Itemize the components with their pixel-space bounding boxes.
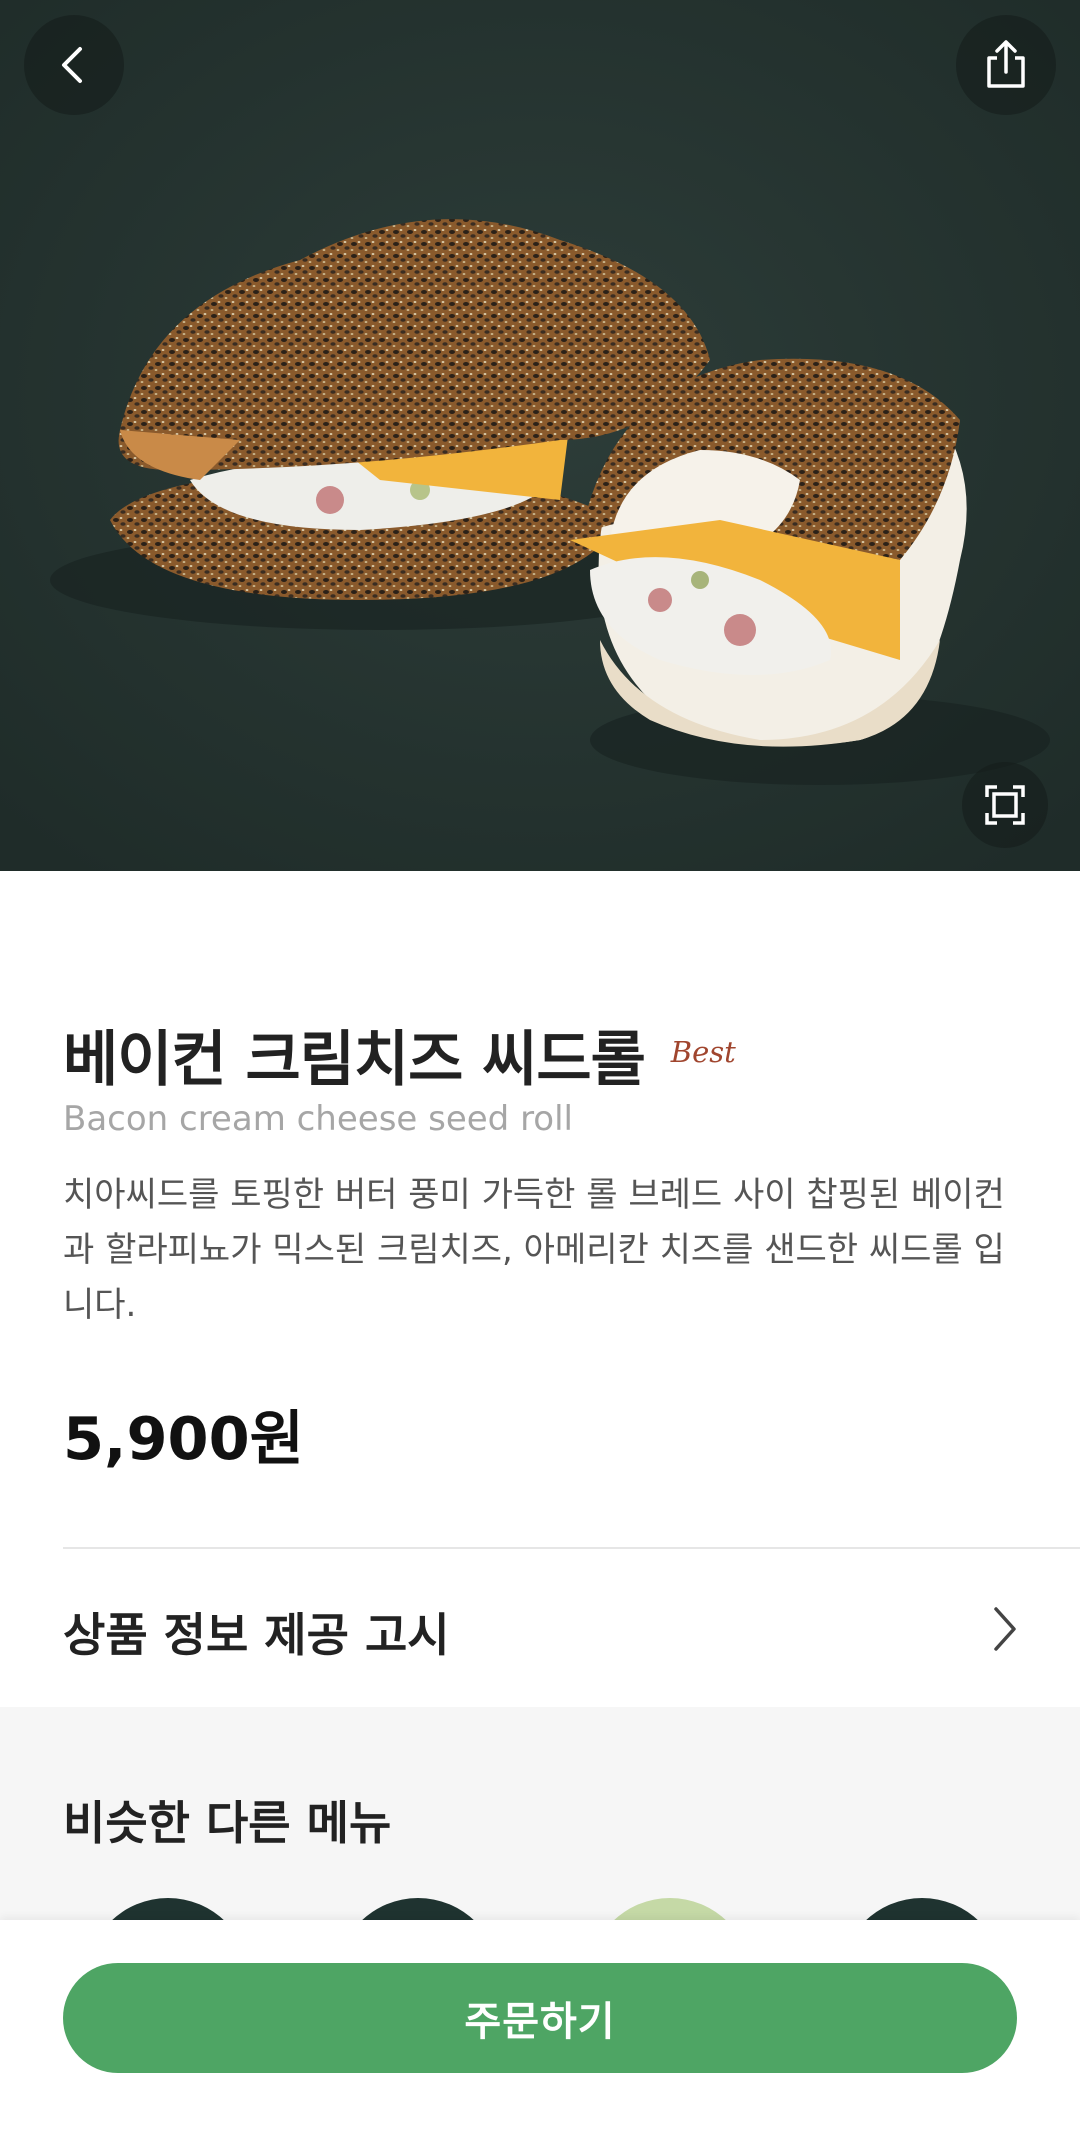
back-button[interactable]: [24, 15, 124, 115]
product-name: 베이컨 크림치즈 씨드롤: [63, 1025, 646, 1095]
product-price: 5,900원: [63, 1404, 304, 1473]
product-photo: [0, 0, 1080, 871]
expand-icon: [985, 785, 1025, 825]
product-description: 치아씨드를 토핑한 버터 풍미 가득한 롤 브레드 사이 찹핑된 베이컨과 할라…: [63, 1175, 1005, 1325]
share-button[interactable]: [956, 15, 1056, 115]
product-title-row: 베이컨 크림치즈 씨드롤 Best: [63, 1011, 736, 1098]
chevron-right-icon: [994, 1607, 1016, 1651]
bottom-action-bar: 주문하기: [0, 1920, 1080, 2153]
similar-menu-title: 비슷한 다른 메뉴: [63, 1796, 392, 1850]
product-info-notice-label: 상품 정보 제공 고시: [63, 1608, 450, 1662]
chevron-left-icon: [62, 47, 82, 83]
share-icon: [987, 40, 1025, 88]
product-name-english: Bacon cream cheese seed roll: [63, 1099, 573, 1139]
product-details: 베이컨 크림치즈 씨드롤 Best Bacon cream cheese see…: [0, 871, 1080, 1707]
product-image: [0, 0, 1080, 871]
order-button[interactable]: 주문하기: [63, 1963, 1017, 2073]
product-info-notice-link[interactable]: 상품 정보 제공 고시: [0, 1549, 1080, 1707]
best-badge: Best: [670, 1035, 736, 1069]
expand-button[interactable]: [962, 762, 1048, 848]
